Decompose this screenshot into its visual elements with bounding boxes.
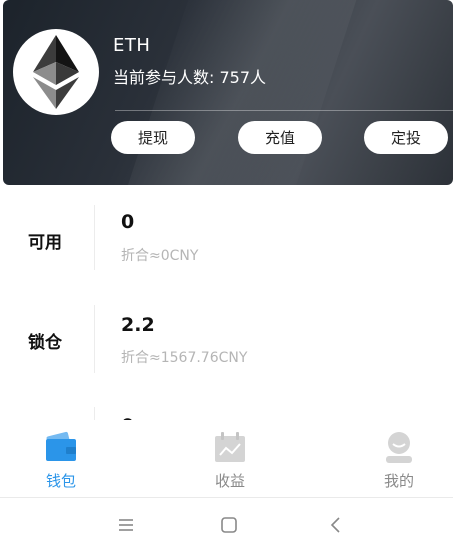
bottom-nav: 钱包 收益 我的	[0, 420, 453, 498]
balance-equivalent: 折合≈0CNY	[121, 248, 199, 264]
ethereum-icon	[33, 35, 79, 109]
coin-name: ETH	[113, 35, 151, 56]
withdraw-button[interactable]: 提现	[111, 121, 195, 154]
coin-logo	[13, 29, 99, 115]
balance-label: 可用	[28, 233, 62, 253]
balance-value: 2.2	[121, 314, 155, 336]
balance-row-locked: 锁仓 2.2 折合≈1567.76CNY	[0, 303, 453, 373]
row-divider	[94, 305, 95, 373]
header-divider	[115, 110, 453, 111]
home-icon[interactable]	[219, 515, 239, 535]
nav-label-wallet: 钱包	[45, 472, 76, 490]
nav-item-mine[interactable]: 我的	[339, 420, 453, 498]
balance-equivalent: 折合≈1567.76CNY	[121, 350, 248, 366]
nav-item-earnings[interactable]: 收益	[170, 420, 290, 498]
menu-icon[interactable]	[116, 515, 136, 535]
participants-count: 当前参与人数: 757人	[113, 68, 267, 87]
invest-button[interactable]: 定投	[364, 121, 448, 154]
system-nav-bar	[0, 499, 453, 550]
deposit-button[interactable]: 充值	[238, 121, 322, 154]
calendar-chart-icon	[215, 432, 245, 462]
balance-row-available: 可用 0 折合≈0CNY	[0, 200, 453, 270]
balance-value: 0	[121, 211, 135, 233]
row-divider	[94, 205, 95, 270]
back-icon[interactable]	[326, 515, 346, 535]
coin-header-card: ETH 当前参与人数: 757人 提现 充值 定投	[3, 0, 453, 185]
nav-label-mine: 我的	[383, 472, 414, 490]
balance-label: 锁仓	[28, 333, 62, 353]
wallet-icon	[46, 431, 76, 461]
user-icon	[386, 432, 412, 463]
nav-label-earnings: 收益	[214, 472, 245, 490]
nav-item-wallet[interactable]: 钱包	[1, 420, 121, 498]
